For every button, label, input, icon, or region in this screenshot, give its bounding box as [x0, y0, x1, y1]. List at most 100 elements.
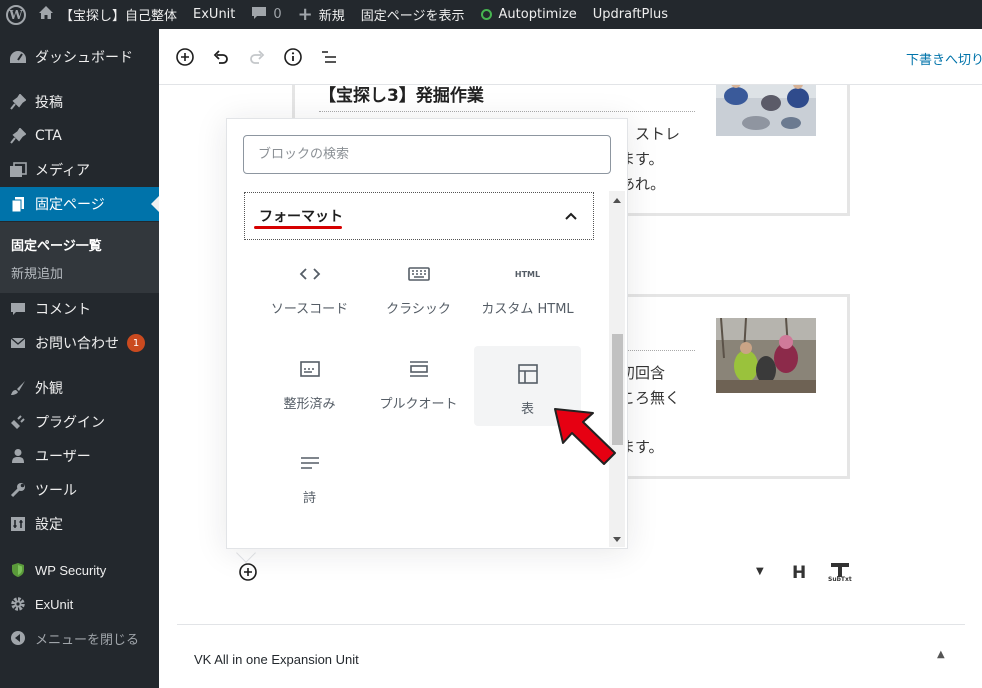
sidebar-item-label: ExUnit: [35, 596, 74, 612]
wrench-icon: [8, 482, 28, 498]
card-title: 【宝探し3】発掘作業: [319, 86, 484, 106]
new-content-link[interactable]: + 新規: [290, 0, 353, 29]
settings-icon: [8, 516, 28, 532]
block-pullquote[interactable]: プルクオート: [365, 341, 472, 421]
block-verse[interactable]: 詩: [256, 435, 363, 515]
plus-circle-icon: [239, 563, 257, 581]
submenu-add-new[interactable]: 新規追加: [11, 263, 63, 282]
sidebar-item-contact[interactable]: お問い合わせ 1: [0, 326, 159, 360]
add-block-button[interactable]: [173, 45, 197, 69]
sidebar-item-exunit[interactable]: ExUnit: [0, 587, 159, 621]
admin-bar: W 【宝探し】自己整体 ExUnit 0 + 新規 固定ページを表示 Autop…: [0, 0, 982, 29]
scroll-up-arrow-icon[interactable]: [613, 198, 621, 203]
append-block-button[interactable]: [238, 562, 258, 582]
table-icon: [516, 362, 540, 386]
panel-title: フォーマット: [259, 209, 343, 225]
dashboard-icon: [8, 50, 28, 64]
block-search-input[interactable]: [243, 135, 611, 174]
heading-button[interactable]: H: [792, 563, 806, 583]
plugin-icon: [8, 414, 28, 430]
updraftplus-link[interactable]: UpdraftPlus: [585, 0, 676, 29]
chevron-up-icon: [565, 212, 577, 220]
user-icon: [8, 448, 28, 464]
sidebar-item-label: お問い合わせ: [35, 336, 119, 352]
collapse-menu-button[interactable]: メニューを閉じる: [0, 621, 159, 655]
admin-sidebar: ダッシュボード 投稿 CTA メディア 固定ページ 固定ページ一覧 新規追加 コ…: [0, 29, 159, 688]
format-panel-toggle[interactable]: フォーマット: [244, 192, 594, 240]
sidebar-item-users[interactable]: ユーザー: [0, 439, 159, 473]
comment-icon: [251, 6, 267, 24]
status-circle-icon: [480, 9, 492, 20]
block-label: クラシック: [386, 302, 451, 317]
sidebar-item-label: ダッシュボード: [35, 50, 133, 66]
redo-button[interactable]: [245, 45, 269, 69]
dropdown-caret-icon[interactable]: ▼: [756, 566, 764, 577]
sidebar-item-cta[interactable]: CTA: [0, 119, 159, 153]
site-name-link[interactable]: 【宝探し】自己整体: [32, 0, 185, 29]
info-button[interactable]: [281, 45, 305, 69]
sidebar-item-plugins[interactable]: プラグイン: [0, 405, 159, 439]
sidebar-item-dashboard[interactable]: ダッシュボード: [0, 40, 159, 74]
sidebar-item-label: 投稿: [35, 95, 63, 111]
exunit-link[interactable]: ExUnit: [185, 0, 243, 29]
gear-icon: [8, 596, 28, 612]
sidebar-item-settings[interactable]: 設定: [0, 507, 159, 541]
pullquote-icon: [407, 357, 431, 381]
block-label: カスタム HTML: [481, 302, 574, 317]
sidebar-item-pages[interactable]: 固定ページ: [0, 187, 159, 221]
block-code[interactable]: ソースコード: [256, 246, 363, 326]
undo-icon: [213, 50, 228, 64]
subtext-button[interactable]: SubTxt: [828, 560, 852, 584]
sidebar-item-label: ツール: [35, 483, 77, 499]
plus-icon: +: [297, 4, 313, 25]
sidebar-item-appearance[interactable]: 外観: [0, 371, 159, 405]
sidebar-item-comments[interactable]: コメント: [0, 292, 159, 326]
submenu-all-pages[interactable]: 固定ページ一覧: [11, 235, 102, 254]
block-label: 整形済み: [283, 397, 336, 412]
metabox-title[interactable]: VK All in one Expansion Unit: [194, 652, 359, 667]
toggle-arrow-icon[interactable]: ▲: [937, 649, 945, 660]
autoptimize-label: Autoptimize: [498, 7, 577, 22]
inserter-scrollbar[interactable]: [609, 191, 625, 547]
autoptimize-link[interactable]: Autoptimize: [473, 0, 585, 29]
sidebar-item-posts[interactable]: 投稿: [0, 85, 159, 119]
editor-toolbar: 下書きへ切り: [159, 29, 982, 85]
thumbnail-image: [716, 318, 816, 393]
scroll-down-arrow-icon[interactable]: [613, 537, 621, 542]
sidebar-item-tools[interactable]: ツール: [0, 473, 159, 507]
block-classic[interactable]: クラシック: [365, 246, 472, 326]
preformatted-icon: [298, 357, 322, 381]
vk-expansion-unit-metabox: VK All in one Expansion Unit ▲: [177, 624, 965, 688]
sidebar-item-media[interactable]: メディア: [0, 153, 159, 187]
keyboard-icon: [407, 262, 431, 286]
plus-circle-icon: [176, 48, 194, 66]
html-icon: HTML: [514, 269, 541, 279]
thumbnail-image: [716, 85, 816, 136]
switch-to-draft-link[interactable]: 下書きへ切り: [906, 49, 982, 68]
verse-icon: [298, 451, 322, 475]
card-text-line: ころ無く: [620, 389, 681, 407]
mail-icon: [8, 337, 28, 349]
view-page-link[interactable]: 固定ページを表示: [353, 0, 473, 29]
brush-icon: [8, 380, 28, 396]
pages-submenu: 固定ページ一覧 新規追加: [0, 222, 159, 293]
sidebar-item-wp-security[interactable]: WP Security: [0, 553, 159, 587]
undo-button[interactable]: [209, 45, 233, 69]
shield-icon: [8, 562, 28, 578]
new-label: 新規: [318, 9, 345, 24]
page-icon: [8, 196, 28, 213]
block-custom-html[interactable]: HTML カスタム HTML: [474, 246, 581, 326]
block-navigation-button[interactable]: [317, 45, 341, 69]
list-icon: [322, 51, 336, 63]
pin-icon: [8, 128, 28, 144]
block-label: 表: [520, 402, 534, 417]
comments-link[interactable]: 0: [243, 0, 289, 29]
sidebar-item-label: WP Security: [35, 562, 107, 578]
sidebar-item-label: メディア: [35, 163, 91, 179]
sidebar-item-label: ユーザー: [35, 449, 91, 465]
block-preformatted[interactable]: 整形済み: [256, 341, 363, 421]
sidebar-item-label: コメント: [35, 302, 91, 318]
sidebar-item-label: 固定ページ: [35, 197, 105, 213]
wordpress-logo-icon[interactable]: W: [0, 0, 32, 29]
info-icon: [284, 48, 302, 66]
